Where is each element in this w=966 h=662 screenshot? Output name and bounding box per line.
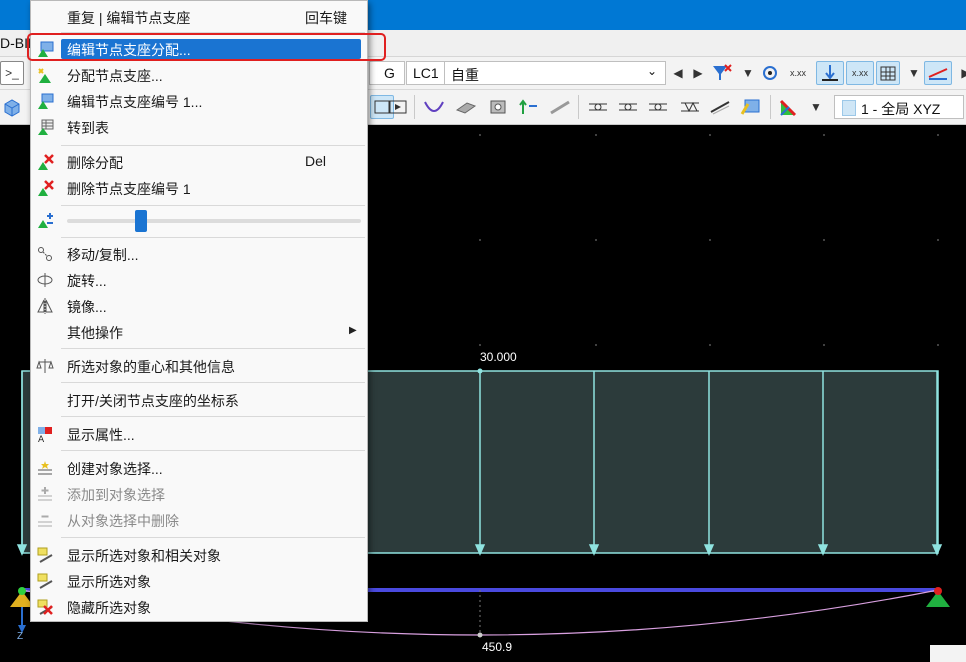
create-selection-icon [36, 459, 54, 477]
highlight-annotation-box [27, 33, 386, 61]
menu-item-mirror[interactable]: 镜像... [31, 293, 367, 319]
support-size-icon [36, 211, 54, 229]
menu-item-edit-support-number[interactable]: 编辑节点支座编号 1... [31, 88, 367, 114]
show-related-icon [36, 546, 54, 564]
hinge-icon-1[interactable] [586, 95, 610, 119]
member-icon[interactable] [548, 95, 572, 119]
load-values-icon[interactable]: x.xx [846, 61, 874, 85]
deformation-icon[interactable] [924, 61, 952, 85]
hide-selected-icon [36, 598, 54, 616]
slider-thumb[interactable] [135, 210, 147, 232]
load-case-name: 自重 [451, 67, 479, 83]
add-to-selection-icon [36, 485, 54, 503]
view-results-icon[interactable] [758, 61, 782, 85]
menu-item-delete-support[interactable]: 删除节点支座编号 1 [31, 175, 367, 201]
chevron-down-icon: ⌄ [647, 64, 658, 78]
3d-view-icon[interactable] [0, 95, 24, 119]
next-load-case-button[interactable]: ▶ [686, 61, 710, 85]
rotate-icon [36, 271, 54, 289]
submenu-arrow-icon: ▶ [349, 325, 357, 336]
section-icon[interactable] [708, 95, 732, 119]
diagram-icon[interactable] [422, 95, 446, 119]
load-case-id: LC1 [413, 65, 439, 81]
remove-from-selection-icon [36, 511, 54, 529]
load-case-combo[interactable]: LC1 自重 ⌄ [406, 61, 666, 85]
load-value-label: 30.000 [480, 350, 517, 364]
menu-item-hide-selected[interactable]: 隐藏所选对象 [31, 594, 367, 620]
menu-item-assign-support[interactable]: 分配节点支座... [31, 62, 367, 88]
console-icon[interactable]: >_ [0, 61, 24, 85]
menu-item-show-selected[interactable]: 显示所选对象 [31, 568, 367, 594]
selection-star-icon[interactable] [738, 95, 762, 119]
display-properties-icon: A [36, 425, 54, 445]
menu-item-show-selected-and-related[interactable]: 显示所选对象和相关对象 [31, 542, 367, 568]
menu-item-delete-assignment[interactable]: 删除分配 Del [31, 149, 367, 175]
menu-item-repeat-edit-support[interactable]: 重复 | 编辑节点支座 回车键 [31, 4, 367, 30]
svg-text:A: A [38, 435, 45, 443]
menu-item-create-selection[interactable]: 创建对象选择... [31, 455, 367, 481]
menu-item-move-copy[interactable]: 移动/复制... [31, 241, 367, 267]
hinge-icon-3[interactable] [646, 95, 670, 119]
support-arrows-icon[interactable] [516, 95, 540, 119]
deflection-value-label: 450.9 [482, 640, 513, 654]
result-values-icon[interactable]: x.xx [786, 61, 810, 85]
menu-item-slider[interactable] [31, 207, 367, 235]
show-loads-icon[interactable] [816, 61, 844, 85]
edit-support-number-icon [36, 92, 54, 110]
hinge-icon-2[interactable] [616, 95, 640, 119]
dropdown-arrow-icon[interactable]: ▼ [736, 61, 760, 85]
menu-item-go-to-table[interactable]: 转到表 [31, 114, 367, 140]
film-icon[interactable] [386, 95, 410, 119]
slider-track[interactable] [67, 219, 361, 223]
menu-item-remove-from-selection[interactable]: 从对象选择中删除 [31, 507, 367, 533]
menu-item-centroid-info[interactable]: 所选对象的重心和其他信息 [31, 353, 367, 379]
more-tools-icon[interactable]: ▶ [954, 61, 966, 85]
assign-support-icon [36, 66, 54, 84]
color-scale-icon[interactable] [778, 95, 802, 119]
menu-item-other-operations[interactable]: 其他操作 ▶ [31, 319, 367, 345]
show-selected-icon [36, 572, 54, 590]
solid-icon[interactable] [486, 95, 510, 119]
grid-view-icon[interactable] [876, 61, 900, 85]
move-copy-icon [36, 245, 54, 263]
menu-item-display-properties[interactable]: A 显示属性... [31, 421, 367, 447]
load-group-combo[interactable]: G [369, 61, 405, 85]
menu-item-rotate[interactable]: 旋转... [31, 267, 367, 293]
surface-icon[interactable] [454, 95, 478, 119]
spring-icon[interactable] [678, 95, 702, 119]
filter-icon[interactable] [710, 61, 734, 85]
balance-icon [36, 357, 54, 375]
mirror-icon [36, 297, 54, 315]
table-icon [36, 118, 54, 136]
color-dropdown-icon[interactable]: ▼ [804, 95, 828, 119]
grid-dropdown-icon[interactable]: ▼ [902, 61, 926, 85]
context-menu: 重复 | 编辑节点支座 回车键 编辑节点支座分配... 分配节点支座... 编辑… [30, 0, 368, 622]
menu-item-add-to-selection[interactable]: 添加到对象选择 [31, 481, 367, 507]
menu-item-toggle-support-coordinate-system[interactable]: 打开/关闭节点支座的坐标系 [31, 387, 367, 413]
axis-z-label: Z [17, 631, 24, 642]
coordinate-system-icon [842, 100, 856, 116]
coordinate-system-combo[interactable]: 1 - 全局 XYZ [834, 95, 964, 119]
delete-support-icon [36, 179, 54, 197]
delete-assignment-icon [36, 153, 54, 171]
